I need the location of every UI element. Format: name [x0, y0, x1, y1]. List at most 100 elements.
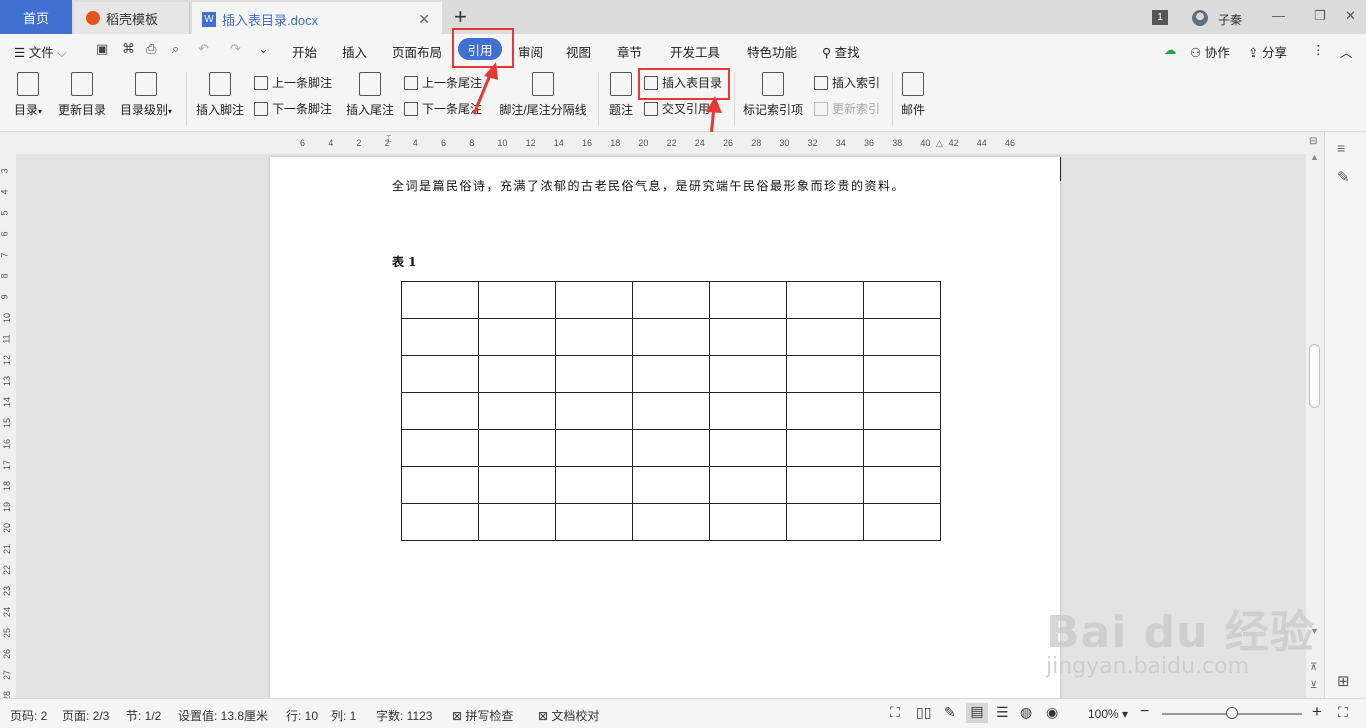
table-cell[interactable] [478, 466, 556, 504]
insert-footnote-button[interactable]: 插入脚注 [194, 72, 246, 118]
menu-view[interactable]: 视图 [566, 42, 591, 61]
menu-insert[interactable]: 插入 [342, 42, 367, 61]
table-cell[interactable] [401, 392, 479, 430]
format-painter-icon[interactable]: ⌘ [122, 41, 138, 57]
insert-index-button[interactable]: 插入索引 [814, 74, 880, 91]
eye-protect-icon[interactable]: ◉ [1046, 704, 1058, 721]
table-caption[interactable]: 表 1 [392, 253, 417, 270]
table-cell[interactable] [863, 355, 941, 393]
status-row[interactable]: 行: 10 [286, 707, 318, 724]
next-endnote-button[interactable]: 下一条尾注 [404, 100, 482, 117]
toc-level-button[interactable]: 目录级别▾ [116, 72, 176, 118]
customize-dropdown-icon[interactable]: ⌄ [258, 41, 274, 57]
side-menu-icon[interactable]: ≡ [1337, 140, 1345, 156]
close-window-icon[interactable]: ✕ [1345, 8, 1356, 24]
table-cell[interactable] [401, 429, 479, 467]
menu-search[interactable]: ⚲ 查找 [822, 42, 860, 61]
table-cell[interactable] [401, 281, 479, 319]
menu-review[interactable]: 审阅 [518, 42, 543, 61]
collapse-ribbon-icon[interactable]: ︿ [1340, 42, 1353, 61]
table-row[interactable] [401, 429, 941, 467]
table-cell[interactable] [709, 466, 787, 504]
table-cell[interactable] [786, 355, 864, 393]
table-cell[interactable] [786, 466, 864, 504]
more-icon[interactable]: ⋮ [1312, 42, 1325, 57]
table-cell[interactable] [478, 281, 556, 319]
avatar[interactable] [1192, 10, 1208, 26]
zoom-slider-knob[interactable] [1226, 707, 1238, 719]
menu-home[interactable]: 开始 [292, 42, 317, 61]
status-word-count[interactable]: 字数: 1123 [376, 707, 432, 724]
file-menu[interactable]: ☰ 文件 ⌵ [14, 42, 67, 61]
doc-proofread-button[interactable]: ⊠ 文档校对 [538, 707, 599, 724]
fit-window-icon[interactable]: ⛶ [1338, 704, 1348, 721]
table-cell[interactable] [478, 318, 556, 356]
caption-button[interactable]: 题注 [606, 72, 636, 118]
zoom-level[interactable]: 100% ▾ [1088, 707, 1128, 721]
update-index-button[interactable]: 更新索引 [814, 100, 880, 117]
prev-endnote-button[interactable]: 上一条尾注 [404, 74, 482, 91]
write-mode-icon[interactable]: ✎ [944, 704, 956, 721]
table-cell[interactable] [478, 392, 556, 430]
mark-index-button[interactable]: 标记索引项 [742, 72, 804, 118]
table-cell[interactable] [863, 429, 941, 467]
table-cell[interactable] [555, 318, 633, 356]
spell-check-button[interactable]: ⊠ 拼写检查 [452, 707, 513, 724]
table-cell[interactable] [478, 429, 556, 467]
fullscreen-icon[interactable]: ⛶ [890, 704, 900, 721]
table-cell[interactable] [632, 318, 710, 356]
prev-footnote-button[interactable]: 上一条脚注 [254, 74, 332, 91]
cross-reference-button[interactable]: 交叉引用 [644, 100, 710, 117]
status-pages[interactable]: 页面: 2/3 [62, 707, 109, 724]
zoom-out-icon[interactable]: − [1140, 703, 1149, 721]
table-row[interactable] [401, 466, 941, 504]
new-tab-button[interactable]: + [454, 4, 467, 30]
table-cell[interactable] [401, 466, 479, 504]
table-cell[interactable] [786, 318, 864, 356]
table-cell[interactable] [632, 503, 710, 541]
table-cell[interactable] [709, 392, 787, 430]
insert-endnote-button[interactable]: 插入尾注 [344, 72, 396, 118]
table-cell[interactable] [401, 318, 479, 356]
document-table[interactable] [401, 281, 941, 541]
table-row[interactable] [401, 281, 941, 319]
table-cell[interactable] [863, 318, 941, 356]
table-cell[interactable] [863, 503, 941, 541]
table-cell[interactable] [555, 355, 633, 393]
scroll-up-icon[interactable]: ▲ [1310, 152, 1319, 162]
table-cell[interactable] [632, 355, 710, 393]
close-tab-icon[interactable]: ✕ [418, 11, 430, 28]
window-count-badge[interactable]: 1 [1152, 10, 1168, 25]
table-cell[interactable] [786, 281, 864, 319]
indent-marker-icon[interactable]: ⌶ [386, 134, 391, 145]
status-setting[interactable]: 设置值: 13.8厘米 [178, 707, 268, 724]
menu-layout[interactable]: 页面布局 [392, 42, 442, 61]
table-cell[interactable] [786, 392, 864, 430]
table-cell[interactable] [478, 503, 556, 541]
table-cell[interactable] [632, 392, 710, 430]
right-margin-marker-icon[interactable]: △ [936, 138, 943, 149]
toc-button[interactable]: 目录▾ [10, 72, 46, 118]
next-page-icon[interactable]: ⊻ [1310, 680, 1317, 691]
table-cell[interactable] [555, 466, 633, 504]
next-footnote-button[interactable]: 下一条脚注 [254, 100, 332, 117]
scrollbar-thumb[interactable] [1309, 344, 1320, 408]
table-cell[interactable] [863, 281, 941, 319]
horizontal-ruler[interactable]: 6 4 2 2 4 6 8 10 12 14 16 18 20 22 24 26 28 30 32 34 36 38 40 4… [0, 132, 1366, 154]
restore-icon[interactable]: ❐ [1314, 8, 1326, 24]
menu-developer[interactable]: 开发工具 [670, 42, 720, 61]
zoom-in-icon[interactable]: + [1312, 702, 1322, 722]
table-row[interactable] [401, 503, 941, 541]
table-cell[interactable] [478, 355, 556, 393]
menu-features[interactable]: 特色功能 [747, 42, 797, 61]
table-cell[interactable] [632, 429, 710, 467]
table-cell[interactable] [709, 355, 787, 393]
tab-document[interactable]: W 插入表目录.docx ✕ [192, 2, 442, 34]
status-section[interactable]: 节: 1/2 [126, 707, 161, 724]
outline-view-icon[interactable]: ☰ [996, 704, 1009, 721]
undo-icon[interactable]: ↶ [198, 41, 214, 57]
vertical-ruler[interactable]: 3 4 5 6 7 8 9 10 11 12 13 14 15 16 17 18 19 20 21 22 23 24 25 2… [0, 154, 16, 701]
print-preview-icon[interactable]: ⌕ [172, 41, 188, 57]
table-cell[interactable] [786, 503, 864, 541]
table-cell[interactable] [555, 503, 633, 541]
